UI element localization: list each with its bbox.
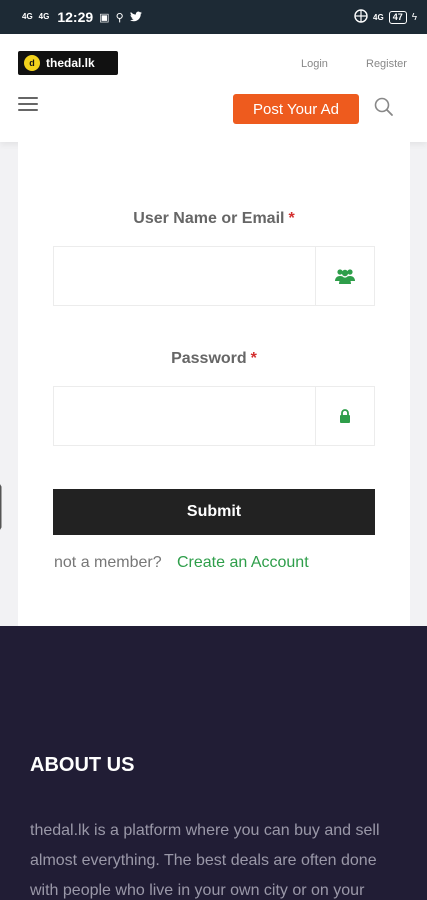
required-mark: * [288, 210, 295, 227]
create-account-link[interactable]: Create an Account [177, 554, 309, 572]
logo-text: thedal.lk [46, 56, 95, 70]
about-us-text: thedal.lk is a platform where you can bu… [30, 822, 380, 899]
site-footer: ABOUT US thedal.lk is a platform where y… [0, 626, 427, 900]
username-input[interactable] [54, 247, 315, 305]
usb-icon: ⚲ [115, 11, 124, 24]
not-member-text: not a member? [54, 554, 162, 571]
password-field[interactable] [53, 386, 375, 446]
login-form-card: User Name or Email* Password* Submit n [18, 142, 410, 626]
required-mark: * [250, 350, 257, 367]
site-logo[interactable]: d thedal.lk [18, 51, 118, 75]
site-header: d thedal.lk Login Register Post Your Ad [0, 34, 427, 142]
post-your-ad-button[interactable]: Post Your Ad [233, 94, 359, 124]
network-indicator-right: 4G [373, 12, 384, 22]
username-label: User Name or Email * [133, 210, 295, 227]
hotspot-icon [354, 8, 368, 26]
status-bar: 4G 4G 12:29 ▣ ⚲ 4G 47 ϟ [0, 0, 427, 34]
username-field[interactable] [53, 246, 375, 306]
charging-icon: ϟ [411, 11, 417, 23]
menu-icon[interactable] [18, 97, 38, 111]
password-input[interactable] [54, 387, 315, 445]
network-indicator-2: 4G [38, 12, 50, 21]
side-drawer-handle[interactable] [0, 462, 14, 552]
network-indicator-1: 4G [22, 12, 33, 21]
search-icon[interactable] [374, 97, 394, 117]
sim-icon: ▣ [99, 11, 110, 24]
users-icon [315, 247, 374, 305]
about-us-heading: ABOUT US [30, 754, 135, 776]
battery-icon: 47 [388, 10, 407, 24]
logo-mark-icon: d [24, 55, 40, 71]
password-label: Password * [171, 350, 257, 367]
clock: 12:29 [57, 9, 94, 25]
twitter-icon [129, 10, 142, 25]
submit-button[interactable]: Submit [53, 489, 375, 535]
login-link[interactable]: Login [301, 58, 328, 70]
lock-icon [315, 387, 374, 445]
register-link[interactable]: Register [366, 58, 407, 70]
